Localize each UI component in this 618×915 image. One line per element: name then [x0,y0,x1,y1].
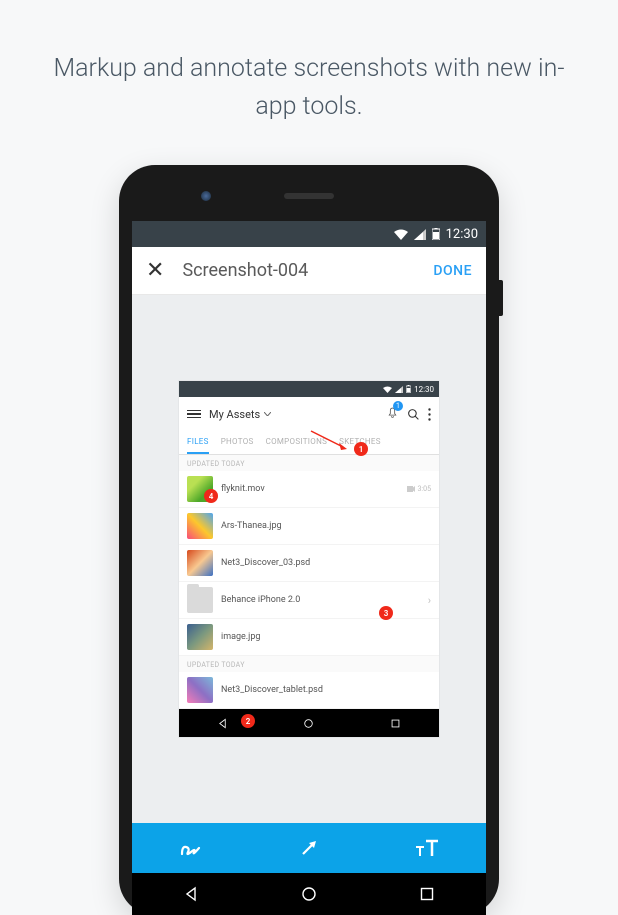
video-icon [407,486,415,492]
file-name: flyknit.mov [221,484,399,494]
tab-files[interactable]: FILES [187,431,209,454]
screenshot-preview: 1 4 3 2 12:30 My Assets [179,381,439,737]
chevron-right-icon: › [428,594,431,607]
annotation-marker-1[interactable]: 1 [354,442,368,456]
wifi-icon [394,229,408,240]
home-icon[interactable] [303,718,314,729]
battery-icon [406,385,411,393]
file-name: Ars-Thanea.jpg [221,521,431,531]
back-icon[interactable] [217,718,228,729]
section-header: UPDATED TODAY [179,455,439,471]
section-header: UPDATED TODAY [179,656,439,672]
inner-status-time: 12:30 [414,385,434,394]
done-button[interactable]: DONE [433,263,472,279]
annotation-marker-2[interactable]: 2 [241,714,255,728]
file-row[interactable]: image.jpg [179,619,439,656]
app-bar: ✕ Screenshot-004 DONE [132,247,486,295]
outer-statusbar: 12:30 [132,221,486,247]
annotation-marker-3[interactable]: 3 [379,606,393,620]
notifications-button[interactable]: 1 [386,405,399,424]
text-icon [414,839,440,857]
chevron-down-icon [264,412,271,416]
search-icon[interactable] [407,408,420,421]
text-tool-button[interactable] [368,823,486,873]
wifi-icon [383,386,392,393]
file-thumbnail [187,550,213,576]
recents-icon[interactable] [390,718,401,729]
screenshot-title: Screenshot-004 [182,260,433,281]
android-navbar [132,873,486,915]
inner-title[interactable]: My Assets [209,408,378,421]
arrow-annotation [309,429,349,451]
file-name: image.jpg [221,632,431,642]
file-row[interactable]: Ars-Thanea.jpg [179,508,439,545]
tab-photos[interactable]: PHOTOS [221,431,254,454]
signal-icon [414,229,426,240]
more-icon[interactable] [428,408,431,421]
scribble-icon [179,838,203,858]
file-row[interactable]: Behance iPhone 2.0 › [179,582,439,619]
battery-icon [432,228,440,240]
file-thumbnail [187,624,213,650]
markup-toolbar [132,823,486,873]
file-duration: 3:05 [407,485,432,493]
inner-android-navbar [179,709,439,737]
phone-camera [201,191,211,201]
arrow-tool-button[interactable] [250,823,368,873]
file-name: Net3_Discover_tablet.psd [221,685,431,695]
phone-screen: 12:30 ✕ Screenshot-004 DONE 1 4 3 2 [132,221,486,915]
file-thumbnail [187,677,213,703]
marketing-headline: Markup and annotate screenshots with new… [0,0,618,165]
file-name: Behance iPhone 2.0 [221,595,420,605]
annotation-marker-4[interactable]: 4 [204,489,218,503]
editor-canvas[interactable]: 1 4 3 2 12:30 My Assets [132,295,486,823]
file-row[interactable]: Net3_Discover_tablet.psd [179,672,439,709]
close-icon[interactable]: ✕ [146,258,164,283]
notification-badge: 1 [393,401,403,411]
phone-power-button [499,280,503,316]
phone-frame: 12:30 ✕ Screenshot-004 DONE 1 4 3 2 [119,165,499,915]
folder-icon [187,587,213,613]
status-time: 12:30 [446,227,478,242]
draw-tool-button[interactable] [132,823,250,873]
arrow-icon [298,837,320,859]
inner-statusbar: 12:30 [179,381,439,397]
menu-icon[interactable] [187,410,201,419]
file-row[interactable]: flyknit.mov 3:05 [179,471,439,508]
file-row[interactable]: Net3_Discover_03.psd [179,545,439,582]
file-thumbnail [187,513,213,539]
file-name: Net3_Discover_03.psd [221,558,431,568]
inner-app-bar: My Assets 1 [179,397,439,431]
signal-icon [395,386,403,393]
